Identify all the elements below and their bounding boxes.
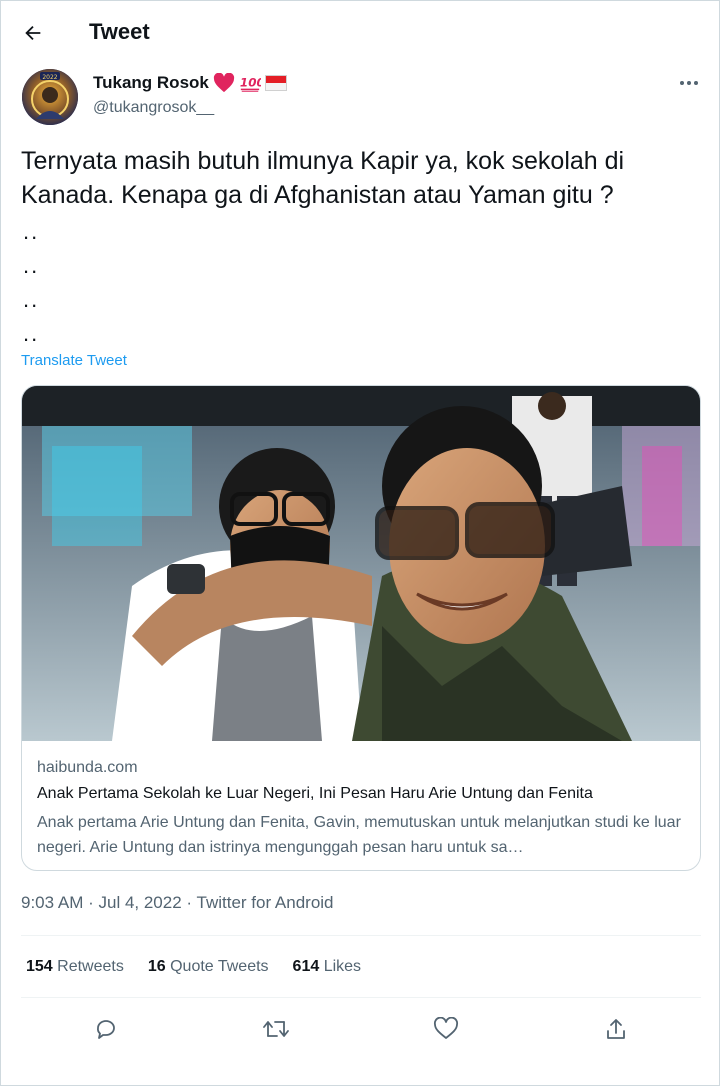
meta-separator: ·: [186, 893, 197, 912]
link-card[interactable]: haibunda.com Anak Pertama Sekolah ke Lua…: [21, 385, 701, 871]
retweet-button[interactable]: [258, 1011, 294, 1047]
back-button[interactable]: [15, 15, 51, 51]
like-button[interactable]: [428, 1011, 464, 1047]
quote-tweets-stat[interactable]: 16 Quote Tweets: [148, 958, 269, 976]
card-image: [22, 386, 700, 741]
card-domain: haibunda.com: [37, 759, 138, 776]
reply-icon: [97, 1020, 115, 1039]
likes-label: Likes: [323, 958, 362, 975]
hundred-points-icon: 100: [240, 76, 261, 92]
author-handle[interactable]: @tukangrosok__: [93, 99, 214, 117]
likes-count: 614: [292, 958, 320, 975]
divider: [21, 935, 701, 936]
more-options-button[interactable]: [673, 71, 705, 95]
share-icon: [607, 1019, 625, 1039]
tweet-meta: 9:03 AM · Jul 4, 2022 · Twitter for Andr…: [21, 893, 334, 913]
tweet-dots-line: ..: [23, 321, 40, 346]
retweets-label: Retweets: [57, 958, 124, 975]
tweet-date[interactable]: Jul 4, 2022: [99, 893, 182, 912]
display-name[interactable]: Tukang Rosok: [93, 73, 209, 93]
tweet-actions-bar: [1, 1011, 720, 1047]
quote-tweets-label: Quote Tweets: [170, 958, 269, 975]
tweet-time[interactable]: 9:03 AM: [21, 893, 83, 912]
more-horizontal-icon: [680, 81, 698, 85]
page-header: Tweet: [1, 1, 720, 63]
avatar[interactable]: 2022: [22, 69, 78, 125]
reply-button[interactable]: [88, 1011, 124, 1047]
tweet-dots-line: ..: [23, 219, 40, 244]
card-title: Anak Pertama Sekolah ke Luar Negeri, Ini…: [37, 785, 593, 802]
tweet-page-frame: Tweet 2022 Tukang Rosok 100: [0, 0, 720, 1086]
likes-stat[interactable]: 614 Likes: [293, 958, 362, 976]
translate-tweet-link[interactable]: Translate Tweet: [21, 352, 127, 369]
tweet-source[interactable]: Twitter for Android: [197, 893, 334, 912]
retweets-count: 154: [26, 958, 53, 975]
divider: [21, 997, 701, 998]
meta-separator: ·: [88, 893, 99, 912]
tweet-dots-line: ..: [23, 253, 40, 278]
author-name-row[interactable]: Tukang Rosok 100: [93, 73, 287, 93]
avatar-image: 2022: [22, 69, 78, 125]
tweet-text: Ternyata masih butuh ilmunya Kapir ya, k…: [21, 147, 632, 209]
like-icon: [434, 1017, 458, 1039]
indonesia-flag-icon: [264, 75, 287, 91]
tweet-dots-line: ..: [23, 287, 40, 312]
tweet-stats: 154 Retweets 16 Quote Tweets 614 Likes: [26, 958, 361, 976]
quote-tweets-count: 16: [147, 958, 166, 975]
share-button[interactable]: [598, 1011, 634, 1047]
svg-text:100: 100: [240, 76, 261, 90]
retweets-stat[interactable]: 154 Retweets: [26, 958, 124, 976]
retweet-icon: [263, 1021, 289, 1037]
arrow-left-icon: [25, 25, 41, 41]
page-title: Tweet: [89, 19, 150, 44]
heart-icon: [213, 73, 234, 93]
avatar-caption: 2022: [42, 74, 57, 81]
card-description: Anak pertama Arie Untung dan Fenita, Gav…: [37, 814, 681, 856]
